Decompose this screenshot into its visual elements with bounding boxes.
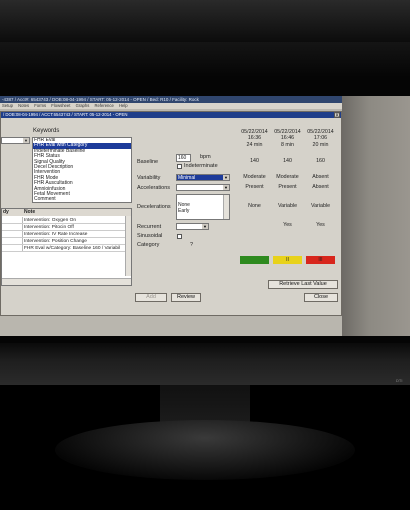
close-icon[interactable]: X [334,112,340,119]
table-row[interactable]: FHR Eval w/Category: Baseline 160 / Vari… [2,245,125,252]
dialog-title: / DOB:08-04-1994 / ACCT:6543743 / START:… [1,112,341,118]
variability-label: Variability [137,175,161,181]
monitor-bottom-edge [0,343,410,385]
grid-accelerations: Present [278,184,297,190]
decel-option[interactable]: Early [177,208,229,214]
grid-variability: Moderate [276,174,299,180]
background-window [342,96,410,336]
recurrent-select[interactable]: ▼ [176,223,209,230]
indeterminate-checkbox[interactable] [177,164,182,169]
menu-graphs[interactable]: Graphs [76,103,90,108]
monitor-stand-neck [160,385,250,425]
indeterminate-label: Indeterminate [184,163,218,169]
fhr-eval-dialog: / DOB:08-04-1994 / ACCT:6543743 / START:… [0,111,342,316]
keywords-header: Keywords [33,128,60,134]
grid-col-time: 16:46 [280,135,295,141]
bpm-label: bpm [200,154,211,160]
table-row[interactable]: Intervention: IV Rate Increase [2,231,125,238]
baseline-spinner[interactable]: 160 [176,154,191,162]
grid-decelerations: None [248,203,261,209]
grid-col-duration: 8 min [281,142,294,148]
grid-recurrent: Yes [283,222,292,228]
grid-baseline: 140 [283,158,292,164]
severity-cat-3: III [306,256,335,264]
close-button[interactable]: Close [304,293,338,302]
review-button[interactable]: Review [171,293,201,302]
severity-cat-1 [240,256,269,264]
table-row[interactable]: Intervention: Oxygen On [2,217,125,224]
keyword-item[interactable]: Comment [33,196,131,202]
notes-hscrollbar[interactable] [2,278,131,285]
accelerations-select[interactable]: ▼ [176,184,230,191]
monitor-brand: DTI [396,378,403,383]
recurrent-label: Recurrent [137,224,162,230]
left-dropdown[interactable]: ▼ [1,137,30,144]
decelerations-label: Decelerations [137,204,171,210]
notes-table: dy Note Intervention: Oxygen On Interven… [1,208,132,286]
screen: -4387 / Acct#: 6543743 / DOB:08-04-1994 … [0,96,410,336]
category-label: Category [137,242,160,248]
chevron-down-icon: ▼ [223,175,229,180]
grid-col-duration: 20 min [312,142,329,148]
variability-value: Minimal [178,175,196,181]
monitor-stand-base [55,420,355,480]
grid-decelerations: Variable [310,203,331,209]
chevron-down-icon: ▼ [202,224,208,229]
sinusoidal-checkbox[interactable] [177,234,182,239]
chevron-down-icon: ▼ [223,185,229,190]
grid-decelerations: Variable [277,203,298,209]
notes-header: dy Note [2,209,131,216]
menu-notes[interactable]: Notes [18,103,29,108]
retrieve-last-value-button[interactable]: Retrieve Last Value [268,280,338,289]
severity-cat-2: II [273,256,302,264]
grid-accelerations: Absent [312,184,329,190]
grid-col-time: 16:36 [247,135,262,141]
grid-col-duration: 24 min [246,142,263,148]
grid-col-time: 17:06 [313,135,328,141]
chevron-down-icon: ▼ [23,138,29,143]
evaluation-grid: 05/22/2014 16:36 24 min 140 Moderate Pre… [238,129,338,264]
variability-select[interactable]: Minimal ▼ [176,174,230,181]
menu-forms[interactable]: Forms [34,103,46,108]
grid-baseline: 140 [250,158,259,164]
baseline-label: Baseline [137,159,159,165]
monitor-top-edge [0,0,410,42]
keywords-list[interactable]: FHR Eval FHR Eval with Category Indeterm… [32,137,132,203]
grid-recurrent: Yes [316,222,325,228]
sinusoidal-label: Sinusoidal [137,233,163,239]
accelerations-label: Accelerations [137,185,171,191]
notes-col-note: Note [24,209,36,215]
menu-flowsheet[interactable]: Flowsheet [51,103,70,108]
grid-accelerations: Present [245,184,264,190]
add-button[interactable]: Add [135,293,167,302]
menu-setup[interactable]: Setup [2,103,13,108]
menu-help[interactable]: Help [119,103,128,108]
category-value: ? [190,242,194,248]
notes-col-1: dy [3,209,9,215]
menu-reference[interactable]: Reference [94,103,113,108]
grid-variability: Absent [312,174,329,180]
decelerations-list[interactable]: None Early [176,194,230,220]
grid-baseline: 160 [316,158,325,164]
table-row[interactable]: Intervention: Position Change [2,238,125,245]
grid-variability: Moderate [243,174,266,180]
table-row[interactable]: Intervention: Pitocin Off [2,224,125,231]
notes-scrollbar[interactable] [125,216,131,276]
decel-scrollbar[interactable] [223,195,229,219]
